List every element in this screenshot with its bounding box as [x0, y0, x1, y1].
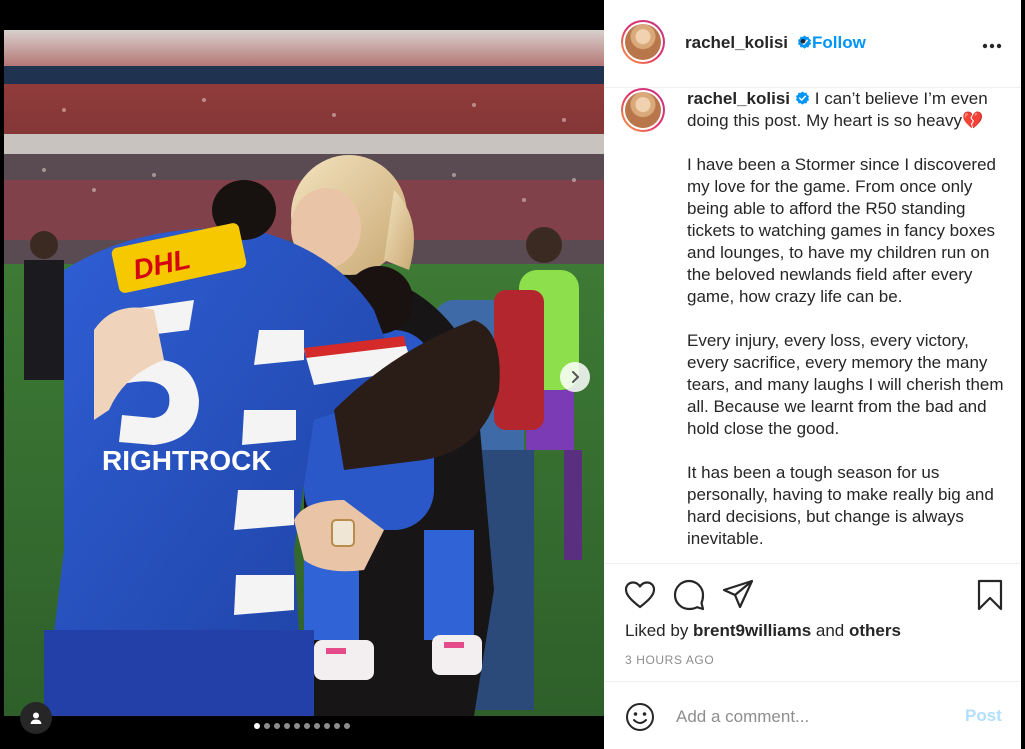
- post-header: rachel_kolisi • Follow: [604, 0, 1021, 88]
- carousel-dot: [304, 723, 310, 729]
- carousel-dot: [324, 723, 330, 729]
- carousel-dot: [294, 723, 300, 729]
- carousel-indicator: [0, 723, 604, 729]
- caption-paragraph: Every injury, every loss, every victory,…: [687, 331, 1004, 438]
- tagged-users-button[interactable]: [20, 702, 52, 734]
- caption-paragraph: It has been a tough season for us person…: [687, 463, 994, 548]
- caption-scroll-area[interactable]: rachel_kolisi I can’t believe I’m even d…: [604, 88, 1021, 563]
- caption-username[interactable]: rachel_kolisi: [687, 89, 790, 108]
- carousel-dot: [274, 723, 280, 729]
- author-username[interactable]: rachel_kolisi: [685, 33, 788, 52]
- comment-bubble-icon[interactable]: [672, 578, 706, 612]
- caption-paragraph: rachel_kolisi I can’t believe I’m even d…: [687, 88, 1009, 132]
- post-caption: rachel_kolisi I can’t believe I’m even d…: [687, 88, 1009, 563]
- carousel-dot: [334, 723, 340, 729]
- post-media: DHL RIGHTROCK: [0, 0, 604, 749]
- paper-plane-icon[interactable]: [721, 578, 755, 612]
- author-avatar[interactable]: [621, 20, 665, 64]
- caption-paragraph: I have been a Stormer since I discovered…: [687, 155, 996, 306]
- chevron-right-icon: [572, 371, 579, 383]
- window-edge: [1021, 0, 1025, 749]
- comment-bar: Post: [604, 681, 1021, 749]
- carousel-next-button[interactable]: [560, 362, 590, 392]
- carousel-dot: [264, 723, 270, 729]
- carousel-dot: [284, 723, 290, 729]
- liked-by-prefix: Liked by: [625, 621, 694, 640]
- post-actions: Liked by brent9williams and others 3 HOU…: [604, 563, 1021, 681]
- post-comment-button[interactable]: Post: [965, 706, 1002, 726]
- author-name-row: rachel_kolisi: [685, 33, 812, 53]
- carousel-dot: [344, 723, 350, 729]
- heart-icon[interactable]: [623, 578, 657, 612]
- smiley-icon[interactable]: [624, 701, 656, 733]
- stadium-hug-photo: DHL RIGHTROCK: [4, 30, 604, 716]
- more-options-button[interactable]: [982, 32, 1002, 55]
- carousel-dot: [254, 723, 260, 729]
- liked-by-others-link[interactable]: others: [849, 621, 901, 640]
- caption-author-avatar[interactable]: [621, 88, 665, 132]
- liked-by-middle: and: [811, 621, 849, 640]
- header-separator: •: [800, 32, 806, 51]
- avatar-image: [625, 24, 661, 60]
- carousel-dot: [314, 723, 320, 729]
- post-detail-panel: rachel_kolisi • Follow rachel_kolisi I c…: [604, 0, 1021, 749]
- post-photo[interactable]: DHL RIGHTROCK: [4, 30, 604, 716]
- post-timestamp[interactable]: 3 HOURS AGO: [625, 653, 714, 667]
- bookmark-icon[interactable]: [973, 578, 1007, 612]
- likes-summary: Liked by brent9williams and others: [625, 621, 901, 641]
- avatar-image: [625, 92, 661, 128]
- verified-badge-icon: [795, 91, 810, 105]
- more-dots-icon: [982, 43, 1002, 49]
- jersey-text: RIGHTROCK: [102, 445, 272, 476]
- follow-button[interactable]: Follow: [812, 33, 866, 53]
- comment-input[interactable]: [674, 702, 948, 732]
- liked-by-user-link[interactable]: brent9williams: [693, 621, 811, 640]
